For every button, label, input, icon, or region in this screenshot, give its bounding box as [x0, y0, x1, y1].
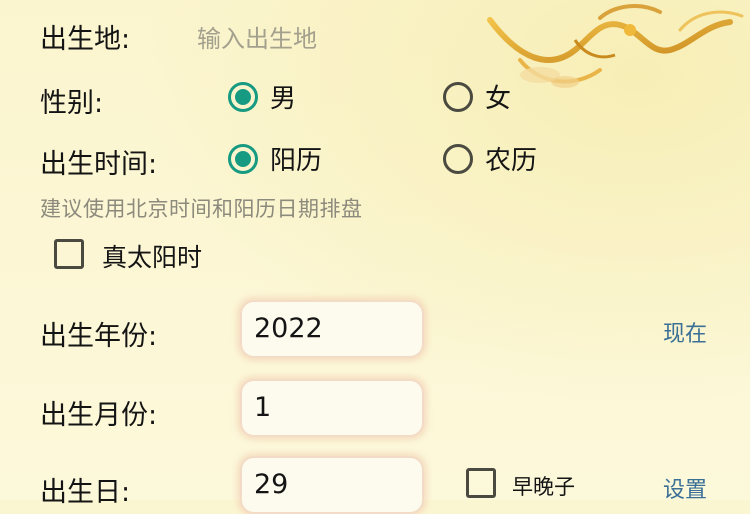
gender-male-radio[interactable]: 男 [228, 78, 296, 115]
now-button[interactable]: 现在 [663, 316, 707, 348]
birthplace-label: 出生地: [40, 24, 131, 55]
radio-unchecked-icon [443, 81, 473, 112]
birth-year-input[interactable]: 2022 [240, 300, 424, 358]
birth-day-label: 出生日: [40, 477, 131, 508]
lunar-calendar-label: 农历 [485, 146, 538, 176]
settings-button[interactable]: 设置 [663, 472, 707, 504]
radio-unchecked-icon [443, 143, 473, 174]
phoenix-illustration [487, 4, 744, 88]
birth-year-label: 出生年份: [40, 321, 158, 352]
calendar-hint-text: 建议使用北京时间和阳历日期排盘 [40, 197, 363, 221]
gender-female-label: 女 [485, 84, 512, 114]
solar-calendar-label: 阳历 [270, 146, 323, 176]
radio-checked-icon [228, 143, 258, 174]
birthplace-input[interactable]: 输入出生地 [197, 19, 317, 54]
true-solar-time-checkbox[interactable] [54, 239, 84, 269]
gender-female-radio[interactable]: 女 [443, 78, 511, 115]
birth-month-input[interactable]: 1 [240, 379, 424, 437]
solar-calendar-radio[interactable]: 阳历 [228, 140, 322, 177]
lunar-calendar-radio[interactable]: 农历 [443, 140, 537, 177]
radio-checked-icon [228, 81, 258, 112]
gender-label: 性别: [40, 88, 104, 119]
birth-time-label: 出生时间: [40, 149, 158, 180]
gender-male-label: 男 [270, 84, 297, 114]
birth-month-label: 出生月份: [40, 400, 158, 431]
true-solar-time-label: 真太阳时 [102, 243, 203, 272]
birth-day-input[interactable]: 29 [240, 456, 424, 514]
early-late-zi-checkbox[interactable] [466, 468, 496, 498]
early-late-zi-label: 早晚子 [512, 475, 575, 499]
